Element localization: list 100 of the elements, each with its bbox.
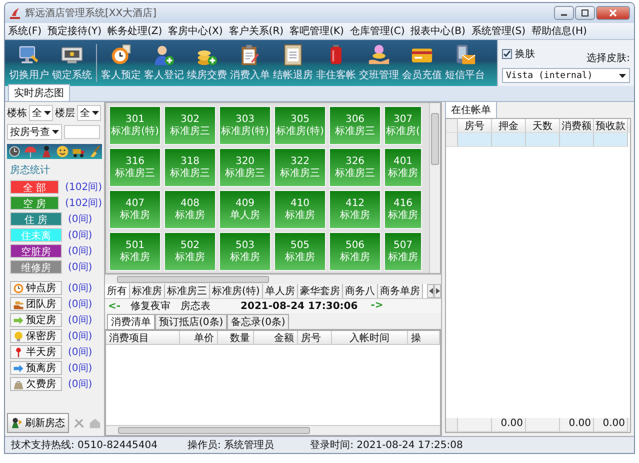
- room-tile[interactable]: 506 标准房: [329, 232, 381, 271]
- menu-item[interactable]: 报表中心(B): [408, 24, 468, 38]
- room-filter-button[interactable]: 欠费房: [10, 377, 62, 391]
- room-tile[interactable]: 301 标准房(特): [109, 106, 161, 145]
- skin-dropdown[interactable]: Vista (internal): [502, 68, 630, 83]
- room-status-button[interactable]: 空脏房: [10, 244, 62, 258]
- toolbar-button[interactable]: 客人登记: [143, 44, 185, 82]
- floor-dropdown[interactable]: 全: [77, 105, 101, 121]
- menu-item[interactable]: 系统管理(S): [468, 24, 529, 38]
- room-tile[interactable]: 401 标准房: [384, 148, 422, 187]
- menu-item[interactable]: 帐务处理(Z): [104, 24, 166, 38]
- room-tile[interactable]: 505 标准房: [274, 232, 326, 271]
- room-filter-button[interactable]: 预定房: [10, 313, 62, 327]
- skin-checkbox[interactable]: [502, 49, 512, 59]
- toolbar-button[interactable]: 短信平台: [444, 44, 486, 82]
- tab[interactable]: 备忘录(0条): [227, 314, 290, 329]
- maximize-button[interactable]: [575, 6, 595, 20]
- category-tab[interactable]: 标准房: [130, 284, 165, 298]
- room-tile[interactable]: 303 标准房(特): [219, 106, 271, 145]
- category-tab[interactable]: 所有: [105, 284, 130, 298]
- scrollbar-thumb[interactable]: [118, 427, 310, 434]
- room-tile[interactable]: 306 标准房三: [329, 106, 381, 145]
- room-filter-button[interactable]: 保密房: [10, 329, 62, 343]
- menu-item[interactable]: 客房中心(X): [165, 24, 226, 38]
- room-filter-button[interactable]: 半天房: [10, 345, 62, 359]
- toolbar-button[interactable]: 客人预定: [100, 44, 142, 82]
- tab[interactable]: 实时房态图: [8, 84, 70, 101]
- category-tab[interactable]: 标准房(特): [210, 284, 263, 298]
- room-status-button[interactable]: 住 房: [10, 212, 62, 226]
- room-tile[interactable]: 307 标准房(: [384, 106, 422, 145]
- toolbar-button[interactable]: 非住客帐: [315, 44, 357, 82]
- tab[interactable]: 预订抵店(0条): [155, 314, 228, 329]
- room-tile[interactable]: 502 标准房: [164, 232, 216, 271]
- room-tile[interactable]: 305 标准房(特): [274, 106, 326, 145]
- room-filter-button[interactable]: 团队房: [10, 297, 62, 311]
- vertical-scrollbar[interactable]: [429, 103, 440, 273]
- room-tile[interactable]: 318 标准房三: [164, 148, 216, 187]
- toolbar-button[interactable]: 消费入单: [229, 44, 271, 82]
- room-tile[interactable]: 416 标准房: [384, 190, 422, 229]
- table-row[interactable]: [446, 133, 630, 147]
- table-cell: [492, 133, 526, 147]
- category-tab[interactable]: 商务单房: [378, 284, 423, 298]
- room-tile[interactable]: 326 标准房三: [329, 148, 381, 187]
- scrollbar-thumb[interactable]: [431, 113, 439, 165]
- category-tab[interactable]: 豪华套房: [298, 284, 343, 298]
- tab[interactable]: 在住帐单: [445, 101, 497, 118]
- building-dropdown[interactable]: 全: [29, 105, 53, 121]
- room-tile[interactable]: 320 标准房三: [219, 148, 271, 187]
- menu-item[interactable]: 预定接待(Y): [44, 24, 104, 38]
- toolbar-button[interactable]: 续房交费: [186, 44, 228, 82]
- horizontal-scrollbar[interactable]: [106, 425, 440, 435]
- toolbar-button[interactable]: 锁定系统: [51, 44, 93, 82]
- room-tile[interactable]: 501 标准房: [109, 232, 161, 271]
- room-tile[interactable]: 302 标准房三: [164, 106, 216, 145]
- caret-icon: [92, 111, 99, 115]
- room-filter-button[interactable]: 钟点房: [10, 281, 62, 295]
- search-mode-dropdown[interactable]: 按房号查: [7, 124, 62, 140]
- toolbar-button[interactable]: 交班管理: [358, 44, 400, 82]
- room-tile[interactable]: 503 标准房: [219, 232, 271, 271]
- column-header[interactable]: 入帐时间: [332, 331, 408, 344]
- column-header[interactable]: 金额: [254, 331, 298, 344]
- room-tile[interactable]: 410 标准房: [274, 190, 326, 229]
- scroll-right-button[interactable]: [434, 284, 441, 298]
- search-field[interactable]: [64, 125, 100, 139]
- menu-item[interactable]: 仓库管理(C): [346, 24, 408, 38]
- menu-item[interactable]: 客吧管理(K): [286, 24, 347, 38]
- room-tile[interactable]: 409 单人房: [219, 190, 271, 229]
- column-header[interactable]: 房号: [298, 331, 332, 344]
- column-header[interactable]: 单价: [180, 331, 218, 344]
- toolbar-button[interactable]: 结帐退房: [272, 44, 314, 82]
- room-tile[interactable]: 322 标准房三: [274, 148, 326, 187]
- scroll-left-button[interactable]: [427, 284, 434, 298]
- right-arrow-icon: [436, 288, 440, 294]
- room-status-button[interactable]: 全 部: [10, 180, 60, 194]
- room-tile[interactable]: 407 标准房: [109, 190, 161, 229]
- scrollbar-thumb[interactable]: [117, 276, 269, 283]
- close-button[interactable]: [596, 6, 630, 20]
- refresh-button[interactable]: 刷新房态: [7, 413, 69, 433]
- category-tab[interactable]: 单人房: [262, 284, 298, 298]
- room-tile[interactable]: 408 标准房: [164, 190, 216, 229]
- room-filter-button[interactable]: 预离房: [10, 361, 62, 375]
- room-table-link[interactable]: 房态表: [180, 299, 211, 313]
- column-header[interactable]: 操: [408, 331, 440, 344]
- horizontal-scrollbar[interactable]: [105, 274, 441, 284]
- column-header[interactable]: 数量: [218, 331, 254, 344]
- toolbar-button[interactable]: 切换用户: [8, 44, 50, 82]
- tab[interactable]: 消费清单: [107, 314, 155, 329]
- menu-item[interactable]: 帮助信息(H): [528, 24, 590, 38]
- toolbar-button[interactable]: 会员充值: [401, 44, 443, 82]
- room-tile[interactable]: 412 标准房: [329, 190, 381, 229]
- room-tile[interactable]: 507 标准房: [384, 232, 422, 271]
- category-tab[interactable]: 标准房三: [165, 284, 210, 298]
- column-header[interactable]: 消费项目: [106, 331, 180, 344]
- menu-item[interactable]: 客户关系(R): [226, 24, 287, 38]
- room-status-button[interactable]: 空 房: [10, 196, 60, 210]
- minimize-button[interactable]: [554, 6, 574, 20]
- room-tile[interactable]: 316 标准房三: [109, 148, 161, 187]
- night-audit-link[interactable]: 修复夜审: [130, 299, 171, 313]
- menu-item[interactable]: 系统(F): [5, 24, 45, 38]
- category-tab[interactable]: 商务八: [342, 284, 378, 298]
